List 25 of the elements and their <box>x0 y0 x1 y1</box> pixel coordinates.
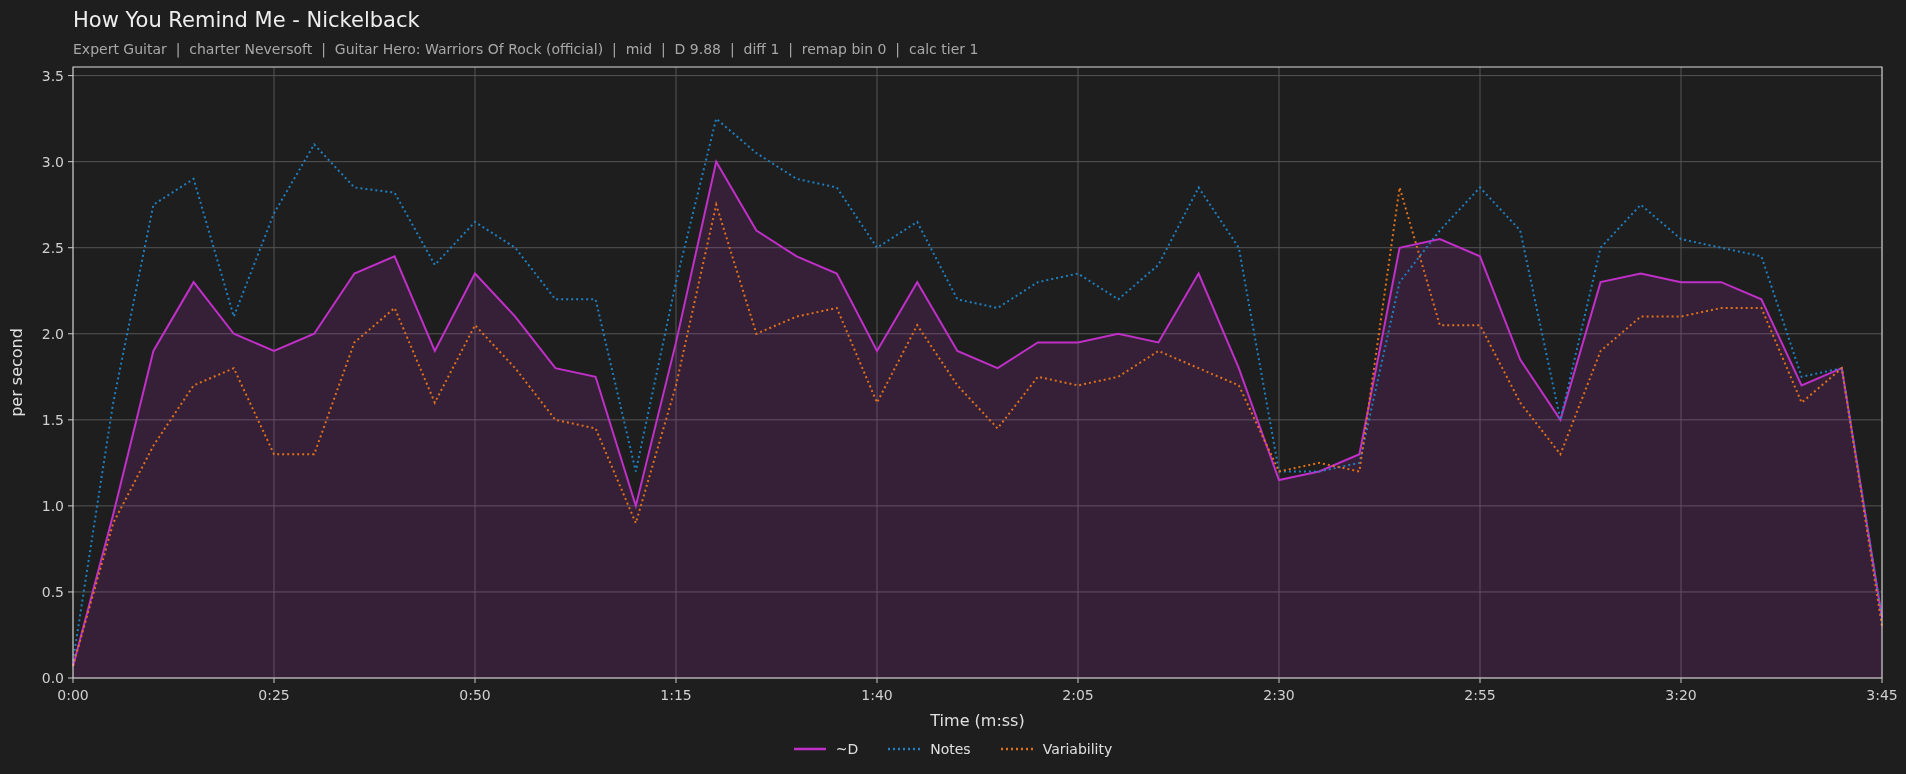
legend-label: Notes <box>930 740 971 758</box>
y-tick-label: 1.5 <box>41 411 64 428</box>
chart-subtitle: Expert Guitar | charter Neversoft | Guitar Hero: Warriors Of Rock (official) | mid | D 9.88 | diff 1 | remap bin 0 | calc tier 1 <box>73 40 979 58</box>
x-tick-label: 3:20 <box>1665 687 1697 703</box>
x-tick-label: 2:30 <box>1263 687 1295 703</box>
x-tick-label: 1:40 <box>861 687 893 703</box>
y-axis-label: per second <box>7 328 26 417</box>
chart-title: How You Remind Me - Nickelback <box>73 7 420 33</box>
x-tick-label: 1:15 <box>660 687 692 703</box>
y-tick-label: 2.0 <box>41 325 64 342</box>
y-tick-label: 3.5 <box>41 67 64 84</box>
y-tick-label: 3.0 <box>41 153 64 170</box>
x-tick-label: 0:25 <box>258 687 290 703</box>
x-tick-label: 0:50 <box>459 687 491 703</box>
y-tick-label: 0.5 <box>41 583 64 600</box>
x-axis-label: Time (m:ss) <box>930 711 1025 730</box>
x-tick-label: 2:55 <box>1464 687 1496 703</box>
x-tick-label: 3:45 <box>1866 687 1898 703</box>
legend-label: ~D <box>835 740 859 758</box>
y-tick-label: 0.0 <box>41 670 64 686</box>
legend-label: Variability <box>1042 740 1113 758</box>
y-tick-label: 1.0 <box>41 497 64 514</box>
y-tick-label: 2.5 <box>41 239 64 256</box>
x-tick-label: 2:05 <box>1062 687 1094 703</box>
x-tick-label: 0:00 <box>57 687 89 703</box>
